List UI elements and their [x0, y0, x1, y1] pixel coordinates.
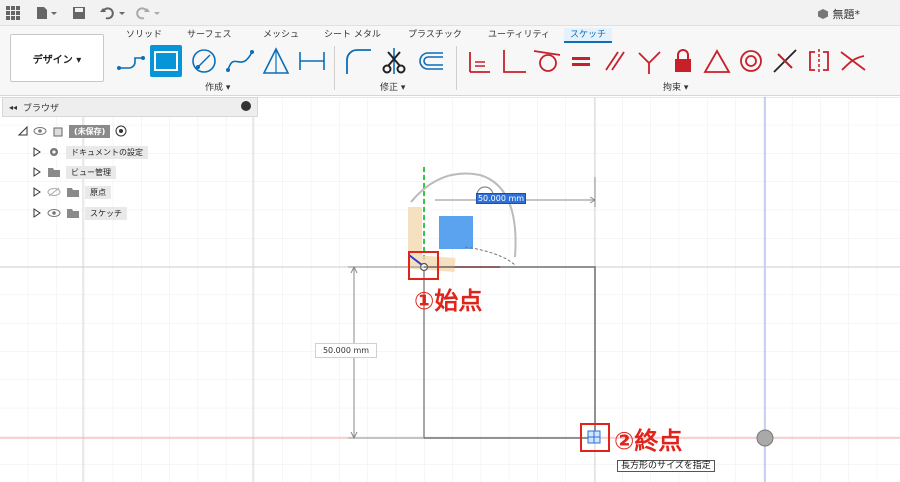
eye-icon[interactable]: [33, 126, 47, 136]
tab-mesh[interactable]: メッシュ: [257, 28, 305, 43]
circle-tool-icon[interactable]: [188, 45, 220, 77]
equal-constraint-icon[interactable]: [565, 45, 597, 77]
expand-triangle-icon[interactable]: [32, 167, 42, 177]
tree-root-row[interactable]: (未保存): [18, 123, 127, 139]
expand-triangle-icon[interactable]: [18, 126, 28, 136]
redo-icon[interactable]: [134, 3, 160, 23]
constraints-group-label[interactable]: 拘束 ▾: [663, 80, 688, 93]
tree-item-label: (未保存): [69, 124, 111, 138]
triangle-tool-icon[interactable]: [260, 45, 292, 77]
tree-item-document-settings[interactable]: ドキュメントの設定: [32, 144, 148, 160]
concentric-constraint-icon[interactable]: [735, 45, 767, 77]
parallel-constraint-icon[interactable]: [599, 45, 631, 77]
fillet-tool-icon[interactable]: [342, 45, 374, 77]
tree-item-origin[interactable]: 原点: [32, 184, 111, 200]
tab-surface[interactable]: サーフェス: [181, 28, 237, 43]
end-point-annotation: ②終点: [614, 427, 683, 455]
tree-item-label: ビュー管理: [66, 165, 116, 179]
workspace-button[interactable]: デザイン ▾: [10, 34, 104, 82]
folder-icon: [67, 188, 79, 197]
spline-tool-icon[interactable]: [224, 45, 256, 77]
horizontal-vertical-constraint-icon[interactable]: [633, 45, 665, 77]
start-point-annotation: ①始点: [414, 287, 483, 315]
app-grid-icon[interactable]: [6, 3, 20, 23]
tab-utility[interactable]: ユーティリティ: [482, 28, 556, 43]
expand-triangle-icon[interactable]: [32, 187, 42, 197]
tab-sheet-metal[interactable]: シート メタル: [318, 28, 387, 43]
document-cube-icon: [817, 9, 828, 19]
tree-item-label: 原点: [85, 185, 111, 199]
tangent-constraint-icon[interactable]: [531, 45, 563, 77]
eye-icon[interactable]: [47, 208, 61, 218]
save-icon[interactable]: [72, 3, 86, 23]
ribbon-separator: [456, 46, 457, 90]
fix-lock-icon[interactable]: [667, 45, 699, 77]
line-tool-icon[interactable]: [115, 45, 147, 77]
file-icon[interactable]: [36, 3, 58, 23]
collapse-arrows-icon[interactable]: ◂◂: [9, 103, 17, 112]
browser-header: ◂◂ ブラウザ: [2, 97, 258, 117]
eye-hidden-icon[interactable]: [47, 187, 61, 197]
browser-minimize-icon[interactable]: [241, 101, 251, 111]
curvature-constraint-icon[interactable]: [837, 45, 869, 77]
rectangle-tool-icon[interactable]: [150, 45, 182, 77]
tab-plastic[interactable]: プラスチック: [402, 28, 468, 43]
tree-item-sketches[interactable]: スケッチ: [32, 205, 127, 221]
undo-icon[interactable]: [100, 3, 126, 23]
component-icon: [53, 127, 63, 137]
tab-sketch[interactable]: スケッチ: [564, 28, 613, 43]
dimension-tool-icon[interactable]: [296, 45, 328, 77]
gear-icon: [50, 148, 58, 156]
modify-group-label[interactable]: 修正 ▾: [380, 80, 405, 93]
trim-scissors-icon[interactable]: [378, 45, 410, 77]
cursor-tooltip: 長方形のサイズを指定: [617, 460, 715, 472]
offset-tool-icon[interactable]: [414, 45, 446, 77]
tree-item-named-views[interactable]: ビュー管理: [32, 164, 116, 180]
activate-radio-icon[interactable]: [115, 125, 127, 137]
tab-solid[interactable]: ソリッド: [120, 28, 168, 43]
browser-title: ブラウザ: [23, 103, 60, 114]
tree-item-label: スケッチ: [85, 206, 127, 220]
midpoint-constraint-icon[interactable]: [769, 45, 801, 77]
ribbon-separator: [334, 46, 335, 90]
document-title-text: 無題*: [832, 8, 861, 21]
perpendicular-constraint-icon[interactable]: [497, 45, 529, 77]
title-bar: 無題*: [0, 0, 900, 26]
symmetry-constraint-icon[interactable]: [803, 45, 835, 77]
expand-triangle-icon[interactable]: [32, 147, 42, 157]
tree-item-label: ドキュメントの設定: [66, 145, 148, 159]
horizontal-dimension-input[interactable]: 50.000 mm: [476, 193, 526, 204]
triangle-constraint-icon[interactable]: [701, 45, 733, 77]
ribbon: デザイン ▾ ソリッド サーフェス メッシュ シート メタル プラスチック ユー…: [0, 26, 900, 96]
create-group-label[interactable]: 作成 ▾: [205, 80, 230, 93]
document-title: 無題*: [817, 6, 861, 22]
coincident-constraint-icon[interactable]: [463, 45, 495, 77]
folder-icon: [67, 209, 79, 218]
expand-triangle-icon[interactable]: [32, 208, 42, 218]
vertical-dimension-value[interactable]: 50.000 mm: [315, 343, 377, 358]
folder-icon: [48, 168, 60, 177]
